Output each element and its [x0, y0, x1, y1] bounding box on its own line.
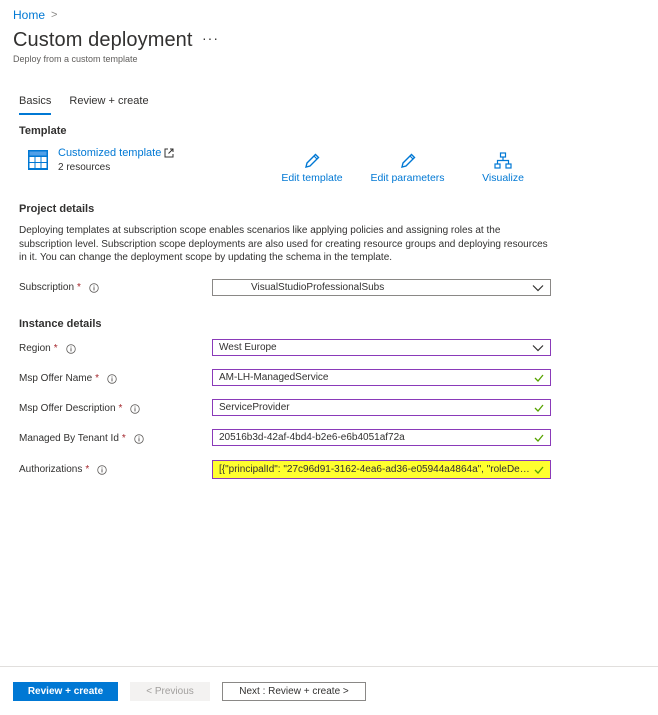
- offer-description-label-text: Msp Offer Description: [19, 403, 116, 414]
- pencil-icon: [305, 153, 320, 168]
- tenant-id-label: Managed By Tenant Id *: [19, 433, 144, 444]
- info-icon[interactable]: [97, 464, 107, 475]
- authorizations-label: Authorizations *: [19, 464, 107, 475]
- required-marker: *: [53, 343, 58, 354]
- checkmark-icon: [534, 374, 544, 382]
- edit-parameters-button[interactable]: Edit parameters: [370, 152, 445, 184]
- info-icon[interactable]: [65, 343, 76, 354]
- pencil-icon: [400, 153, 415, 168]
- template-heading: Template: [19, 125, 67, 137]
- edit-parameters-label[interactable]: Edit parameters: [370, 172, 444, 184]
- info-icon[interactable]: [130, 403, 141, 414]
- tab-bar: Basics Review + create: [19, 95, 167, 115]
- template-resources-count: 2 resources: [58, 162, 111, 173]
- page-title: Custom deployment: [13, 29, 193, 51]
- template-grid-icon: [28, 150, 48, 170]
- subscription-value: VisualStudioProfessionalSubs: [251, 282, 385, 293]
- offer-name-label: Msp Offer Name *: [19, 373, 117, 384]
- required-marker: *: [118, 403, 123, 414]
- tab-review-create[interactable]: Review + create: [69, 95, 148, 115]
- tenant-id-value: 20516b3d-42af-4bd4-b2e6-e6b4051af72a: [219, 432, 405, 443]
- chevron-down-icon: [532, 284, 544, 291]
- authorizations-label-text: Authorizations: [19, 464, 83, 475]
- page-subtitle: Deploy from a custom template: [13, 54, 138, 64]
- checkmark-icon: [534, 404, 544, 412]
- offer-name-value: AM-LH-ManagedService: [219, 372, 329, 383]
- subscription-label-text: Subscription: [19, 282, 75, 293]
- authorizations-input[interactable]: [{"principalId": "27c96d91-3162-4ea6-ad3…: [212, 460, 551, 479]
- required-marker: *: [121, 433, 126, 444]
- offer-name-input[interactable]: AM-LH-ManagedService: [212, 369, 551, 386]
- required-marker: *: [95, 373, 100, 384]
- tenant-id-input[interactable]: 20516b3d-42af-4bd4-b2e6-e6b4051af72a: [212, 429, 551, 446]
- required-marker: *: [77, 282, 81, 293]
- breadcrumb-home-link[interactable]: Home: [13, 8, 45, 22]
- region-label-text: Region: [19, 343, 51, 354]
- visualize-button[interactable]: Visualize: [478, 152, 528, 184]
- region-label: Region *: [19, 343, 76, 354]
- authorizations-value: [{"principalId": "27c96d91-3162-4ea6-ad3…: [219, 464, 530, 475]
- external-link-icon: [164, 148, 174, 158]
- checkmark-icon: [534, 434, 544, 442]
- project-details-heading: Project details: [19, 203, 95, 215]
- hierarchy-icon: [494, 152, 512, 169]
- edit-template-button[interactable]: Edit template: [280, 152, 344, 184]
- review-create-button[interactable]: Review + create: [13, 682, 118, 701]
- required-marker: *: [85, 464, 90, 475]
- subscription-dropdown[interactable]: VisualStudioProfessionalSubs: [212, 279, 551, 296]
- region-dropdown[interactable]: West Europe: [212, 339, 551, 356]
- customized-template-label[interactable]: Customized template: [58, 147, 161, 159]
- info-icon[interactable]: [107, 373, 117, 384]
- offer-description-input[interactable]: ServiceProvider: [212, 399, 551, 416]
- offer-description-value: ServiceProvider: [219, 402, 290, 413]
- previous-button[interactable]: < Previous: [130, 682, 210, 701]
- tab-basics[interactable]: Basics: [19, 95, 52, 115]
- offer-name-label-text: Msp Offer Name: [19, 373, 93, 384]
- checkmark-icon: [534, 466, 544, 474]
- tenant-id-label-text: Managed By Tenant Id: [19, 433, 119, 444]
- instance-details-heading: Instance details: [19, 318, 102, 330]
- breadcrumb: Home >: [13, 8, 57, 22]
- offer-description-label: Msp Offer Description *: [19, 403, 141, 414]
- subscription-label: Subscription *: [19, 282, 99, 293]
- chevron-down-icon: [532, 344, 544, 351]
- next-button[interactable]: Next : Review + create >: [222, 682, 366, 701]
- project-details-description: Deploying templates at subscription scop…: [19, 225, 548, 263]
- breadcrumb-separator: >: [51, 9, 58, 21]
- edit-template-label[interactable]: Edit template: [281, 172, 342, 184]
- footer-divider: [0, 666, 658, 667]
- region-value: West Europe: [219, 342, 277, 353]
- more-options-button[interactable]: ···: [202, 30, 219, 46]
- visualize-label[interactable]: Visualize: [482, 172, 524, 184]
- info-icon[interactable]: [134, 433, 144, 444]
- customized-template-link[interactable]: Customized template: [58, 147, 174, 159]
- info-icon[interactable]: [89, 282, 99, 293]
